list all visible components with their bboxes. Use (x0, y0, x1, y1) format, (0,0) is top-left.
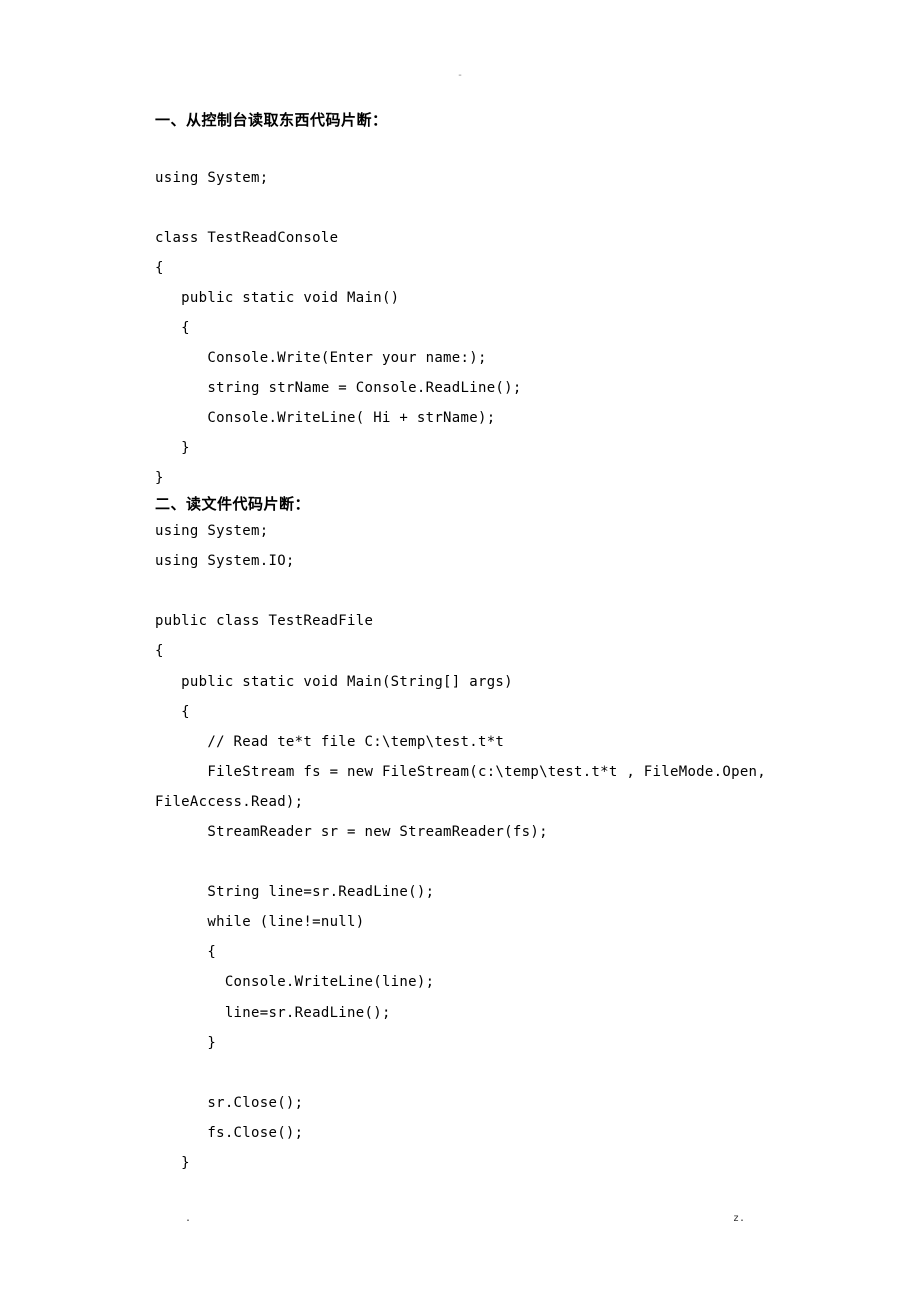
code-block-1: using System; class TestReadConsole { pu… (155, 163, 765, 494)
footer-left: . (185, 1213, 191, 1224)
section-2-heading: 二、读文件代码片断： (155, 494, 765, 517)
code-block-2: using System; using System.IO; public cl… (155, 516, 765, 1178)
document-page: - 一、从控制台读取东西代码片断： using System; class Te… (0, 0, 920, 1302)
page-footer: . z. (185, 1213, 745, 1224)
spacer (155, 133, 765, 163)
section-1-heading: 一、从控制台读取东西代码片断： (155, 110, 765, 133)
header-mark: - (457, 70, 463, 81)
footer-right: z. (733, 1213, 745, 1224)
